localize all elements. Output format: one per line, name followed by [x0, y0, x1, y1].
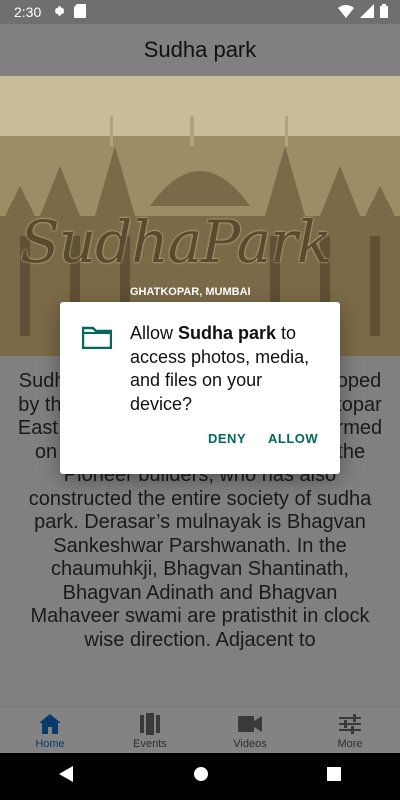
hero-title: SudhaPark — [20, 208, 332, 276]
nav-label-events: Events — [133, 737, 167, 750]
app-bar: Sudha park — [0, 24, 400, 76]
sd-card-icon — [74, 4, 86, 21]
page-title: Sudha park — [143, 37, 257, 62]
nav-item-more[interactable]: More — [300, 707, 400, 754]
dialog-app-name: Sudha park — [178, 323, 277, 343]
tune-icon — [339, 712, 361, 736]
home-icon — [39, 712, 61, 736]
gear-icon — [52, 4, 66, 21]
bottom-navigation: Home Events Videos More — [0, 706, 400, 754]
recents-icon[interactable] — [327, 767, 341, 786]
status-bar: 2:30 — [0, 0, 400, 24]
nav-label-home: Home — [35, 737, 65, 750]
folder-icon — [81, 325, 113, 354]
nav-item-home[interactable]: Home — [0, 707, 100, 754]
nav-label-videos: Videos — [233, 737, 267, 750]
nav-item-events[interactable]: Events — [100, 707, 200, 754]
status-time: 2:30 — [14, 4, 42, 20]
dialog-message: Allow Sudha park to access photos, media… — [130, 322, 326, 416]
hero-subtitle: GHATKOPAR, MUMBAI — [130, 286, 251, 298]
system-navigation-bar — [0, 753, 400, 800]
nav-label-more: More — [337, 737, 363, 750]
home-circle-icon[interactable] — [193, 766, 209, 787]
allow-button[interactable]: ALLOW — [268, 431, 318, 446]
battery-icon — [380, 4, 388, 21]
wifi-icon — [338, 4, 354, 21]
signal-icon — [360, 4, 374, 21]
dialog-message-prefix: Allow — [130, 323, 179, 343]
videocam-icon — [238, 712, 262, 736]
permission-dialog: Allow Sudha park to access photos, media… — [60, 302, 340, 474]
back-icon[interactable] — [59, 766, 75, 787]
events-icon — [140, 712, 160, 736]
deny-button[interactable]: DENY — [208, 431, 246, 446]
nav-item-videos[interactable]: Videos — [200, 707, 300, 754]
